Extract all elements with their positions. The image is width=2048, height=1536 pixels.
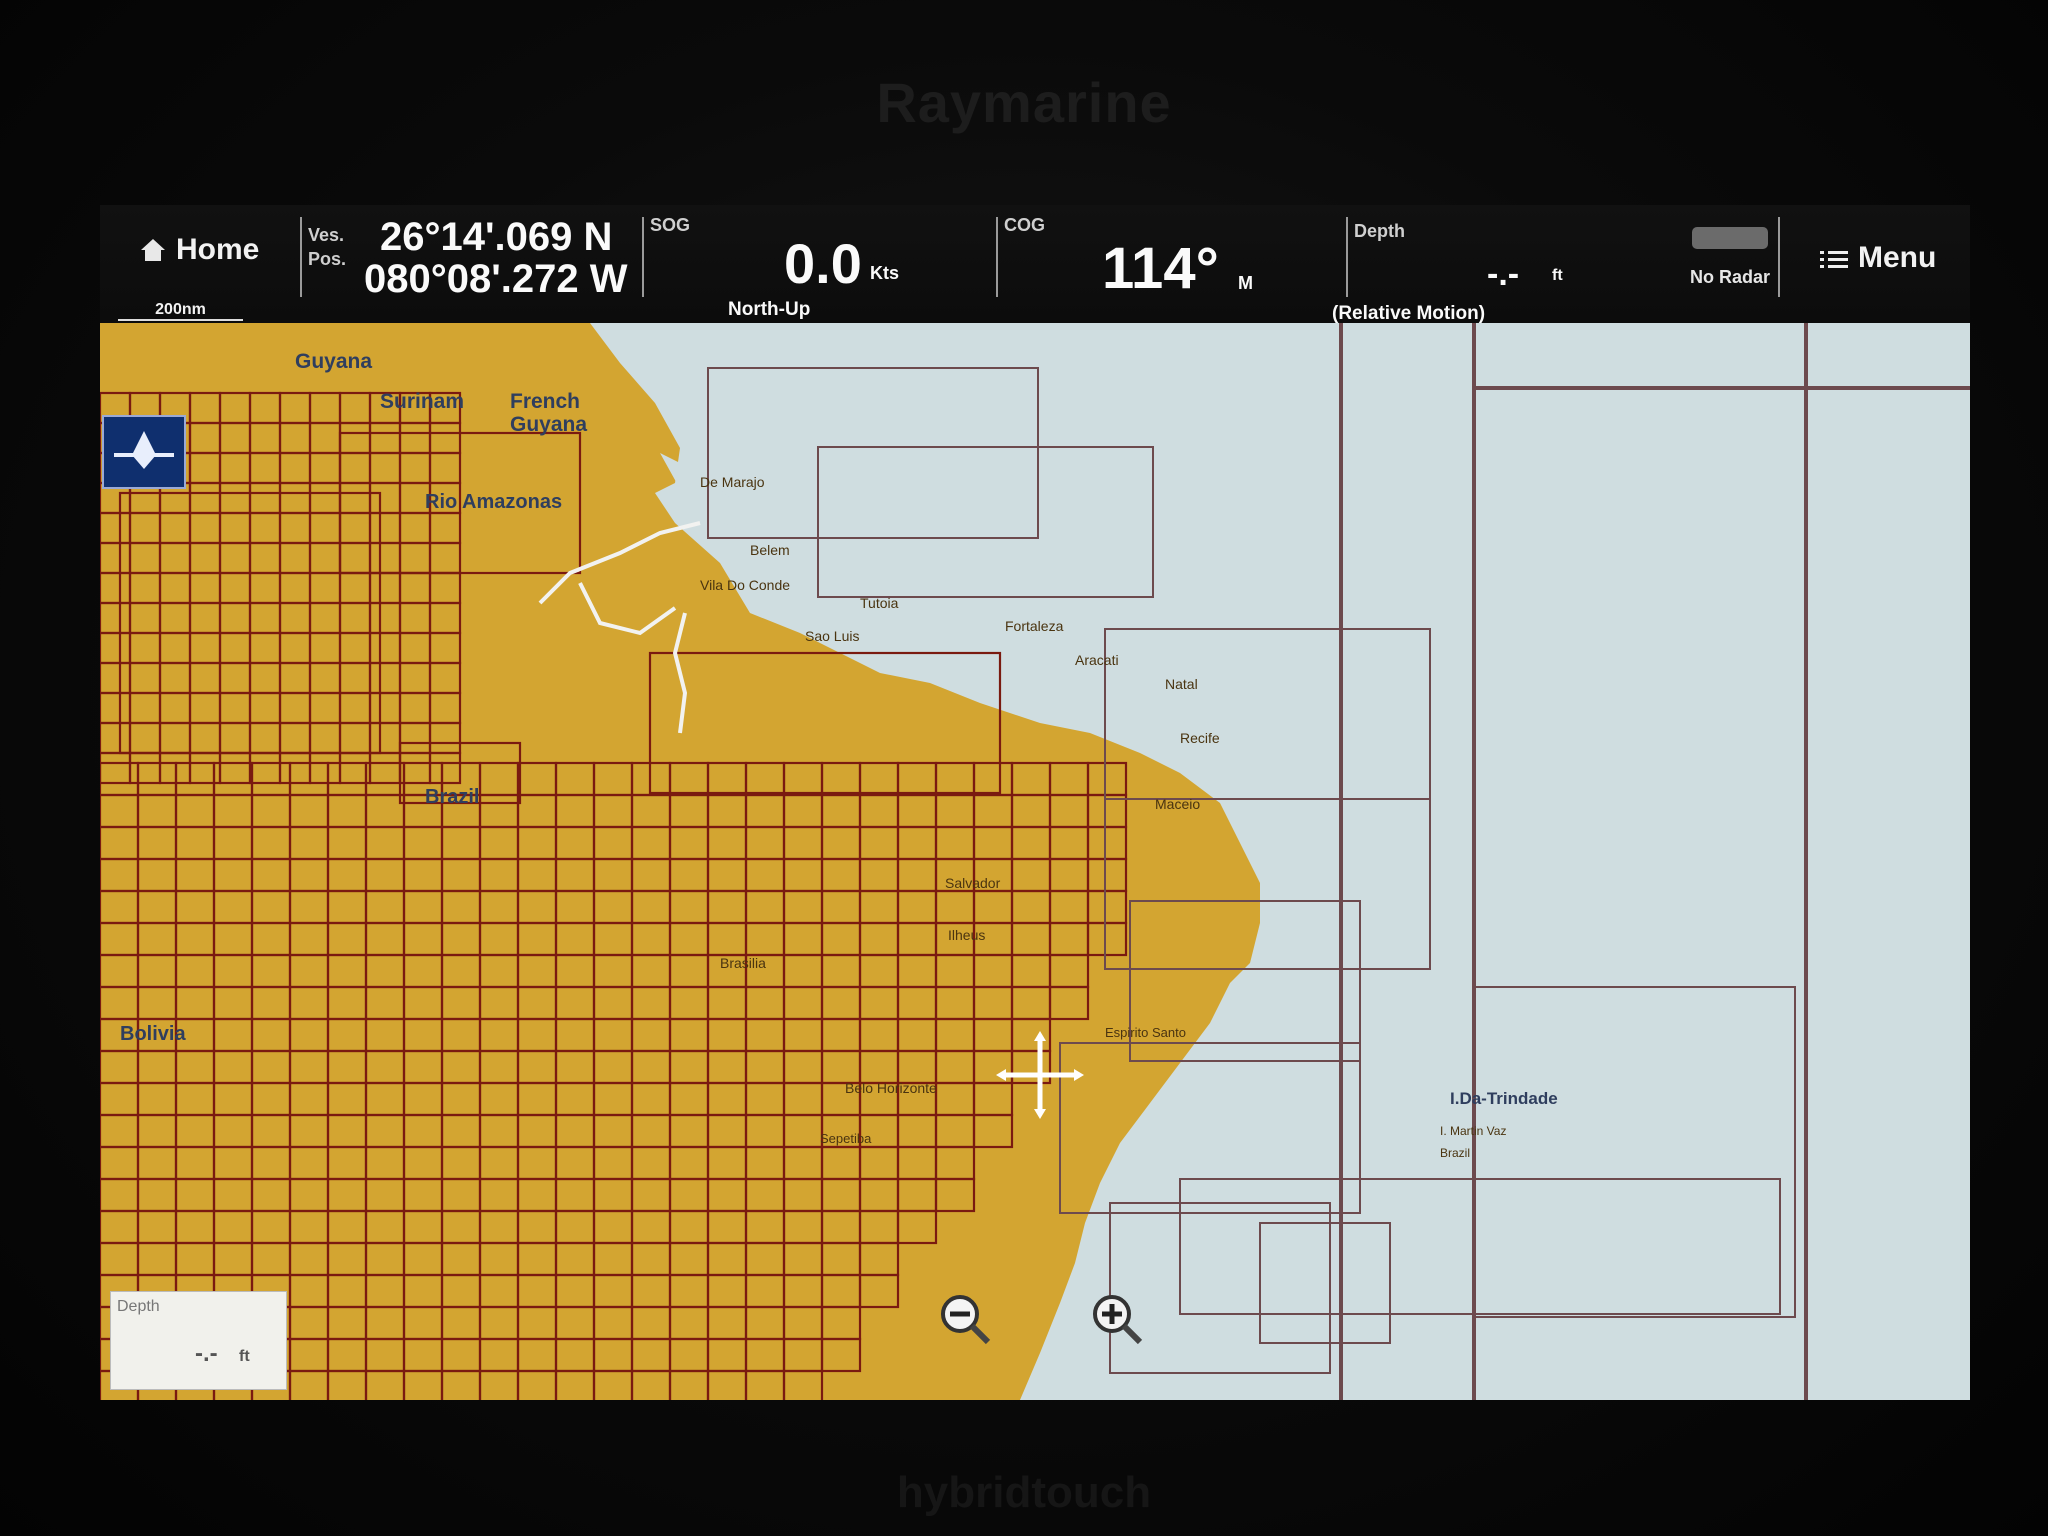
menu-label: Menu [1858,241,1937,274]
place-label: Tutoia [860,595,899,611]
menu-icon [1820,249,1848,276]
vessel-label-2: Pos. [308,249,347,269]
depth-cell[interactable]: Depth -.- ft (Relative Motion) [1332,215,1692,324]
depth-databox-value: -.- [195,1340,218,1367]
place-label: I. Martin Vaz [1440,1124,1506,1138]
boat-icon [114,431,174,469]
offshore-chart-cell [1804,323,1808,1400]
place-label: Brasilia [720,955,766,971]
cog-label: COG [1004,215,1046,235]
place-label: Recife [1180,730,1220,746]
orientation-mode[interactable]: North-Up [728,299,810,321]
cog-value: 114° [1102,236,1219,301]
home-icon [140,237,166,268]
place-label: I.Da-Trindade [1450,1089,1558,1108]
scale-label: 200nm [155,301,206,318]
chart-plotter-screen: Home 200nm Ves. Pos. 26°14'.069 N 080°08… [100,205,1970,1400]
place-label: Salvador [945,875,1001,891]
databar: Home 200nm Ves. Pos. 26°14'.069 N 080°08… [100,205,1970,324]
radar-icon [1692,227,1768,249]
depth-unit: ft [1552,267,1563,284]
place-label: Vila Do Conde [700,577,790,593]
latitude-value: 26°14'.069 N [380,215,613,259]
depth-databox-label: Depth [117,1298,160,1315]
cog-cell[interactable]: COG 114° M [1002,213,1342,313]
chart-scale: 200nm [118,301,243,321]
place-label: French Guyana [510,390,587,436]
radar-status[interactable]: No Radar [1680,227,1780,307]
place-label: Ilheus [948,927,985,943]
zoom-in-button[interactable] [1088,1290,1148,1350]
depth-label: Depth [1354,221,1405,241]
sog-label: SOG [650,215,691,235]
place-label: Sao Luis [805,628,859,644]
place-label: Natal [1165,676,1198,692]
place-label: Brazil [425,786,479,808]
zoom-in-icon [1093,1295,1143,1345]
radar-status-label: No Radar [1690,267,1771,287]
place-label: Fortaleza [1005,618,1064,634]
scale-bar [118,319,243,321]
depth-databox[interactable]: Depth -.- ft [110,1291,287,1390]
place-label: Sepetiba [820,1131,872,1146]
place-label: Belem [750,542,790,558]
cog-unit: M [1238,273,1253,293]
depth-databox-unit: ft [239,1348,250,1365]
place-label: Aracati [1075,652,1119,668]
depth-value: -.- [1487,255,1520,293]
sog-value: 0.0 [784,232,862,295]
divider [996,217,998,297]
place-label: Surinam [380,390,464,413]
place-label: Espirito Santo [1105,1025,1186,1040]
place-label: Guyana [295,350,372,373]
boat-position-button[interactable] [102,415,186,489]
divider [300,217,302,297]
home-button[interactable]: Home [140,231,270,275]
place-label: Rio Amazonas [425,491,562,513]
place-label: De Marajo [700,474,765,490]
brand-logo: Raymarine [876,71,1172,134]
place-label: Maceio [1155,796,1200,812]
chart-view[interactable]: Guyana Surinam French Guyana Rio Amazonas De … [100,323,1970,1400]
model-logo: hybridtouch [896,1468,1152,1517]
zoom-out-button[interactable] [936,1290,996,1350]
sog-unit: Kts [870,263,900,283]
home-label: Home [176,233,260,266]
divider [642,217,644,297]
divider [1778,217,1780,297]
divider [1346,217,1348,297]
vessel-label-1: Ves. [308,225,345,245]
place-label: Brazil [1440,1146,1470,1160]
longitude-value: 080°08'.272 W [364,257,628,301]
offshore-chart-cell [1339,323,1343,1400]
menu-button[interactable]: Menu [1820,241,1950,281]
place-label: Bolivia [120,1023,186,1045]
motion-mode[interactable]: (Relative Motion) [1332,303,1485,325]
zoom-out-icon [941,1295,991,1345]
sog-cell[interactable]: SOG 0.0 Kts North-Up [648,213,988,320]
place-label: Belo Horizonte [845,1080,937,1096]
offshore-chart-cell [1472,386,1970,390]
nautical-chart[interactable]: Guyana Surinam French Guyana Rio Amazonas De … [100,323,1970,1400]
